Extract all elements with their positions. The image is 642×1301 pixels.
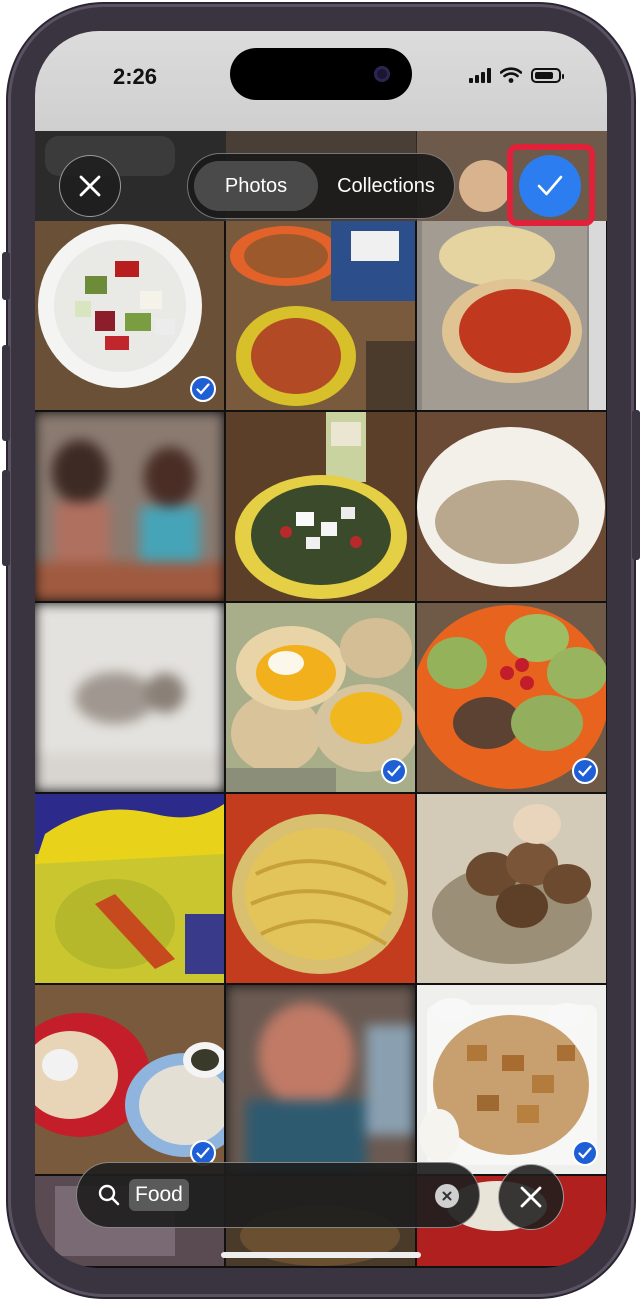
status-time: 2:26 (113, 64, 158, 89)
tab-collections[interactable]: Collections (324, 161, 448, 211)
cellular-signal-icon (469, 67, 491, 83)
tab-photos[interactable]: Photos (194, 161, 318, 211)
photo-cell[interactable] (226, 985, 415, 1174)
photo-cell[interactable] (417, 603, 606, 792)
close-icon (79, 175, 101, 197)
wifi-icon (500, 67, 522, 83)
view-switcher: Photos Collections (187, 153, 455, 219)
photo-grid (35, 221, 607, 1266)
photo-cell[interactable] (35, 412, 224, 601)
clear-icon (442, 1191, 452, 1201)
photo-cell[interactable] (35, 794, 224, 983)
selected-check-icon (381, 758, 407, 784)
close-icon (520, 1186, 542, 1208)
photo-cell[interactable] (35, 985, 224, 1174)
volume-down-button (2, 470, 10, 566)
photo-cell[interactable] (417, 794, 606, 983)
selected-check-icon (190, 376, 216, 402)
highlight-box (507, 144, 595, 226)
photo-cell[interactable] (226, 794, 415, 983)
dynamic-island (230, 48, 412, 100)
volume-up-button (2, 345, 10, 441)
photo-cell[interactable] (226, 603, 415, 792)
search-icon (98, 1184, 120, 1206)
close-button[interactable] (59, 155, 121, 217)
battery-icon (531, 67, 564, 83)
search-token[interactable]: Food (129, 1179, 189, 1211)
power-button (632, 410, 640, 560)
clear-search-button[interactable] (435, 1184, 459, 1208)
status-icons (469, 67, 564, 83)
search-bar[interactable]: Food (76, 1162, 480, 1228)
home-indicator[interactable] (221, 1252, 421, 1258)
selected-check-icon (572, 1140, 598, 1166)
photo-cell[interactable] (417, 221, 606, 410)
action-button (2, 252, 10, 300)
photo-cell[interactable] (417, 412, 606, 601)
status-bar: 2:26 (35, 31, 607, 131)
selected-check-icon (572, 758, 598, 784)
photo-cell[interactable] (35, 603, 224, 792)
photo-cell[interactable] (417, 985, 606, 1174)
photo-cell[interactable] (226, 221, 415, 410)
screen: 2:26 Photos Collections Food (35, 31, 607, 1268)
dismiss-search-button[interactable] (498, 1164, 564, 1230)
front-camera (374, 66, 390, 82)
photo-cell[interactable] (35, 221, 224, 410)
photo-cell[interactable] (226, 412, 415, 601)
